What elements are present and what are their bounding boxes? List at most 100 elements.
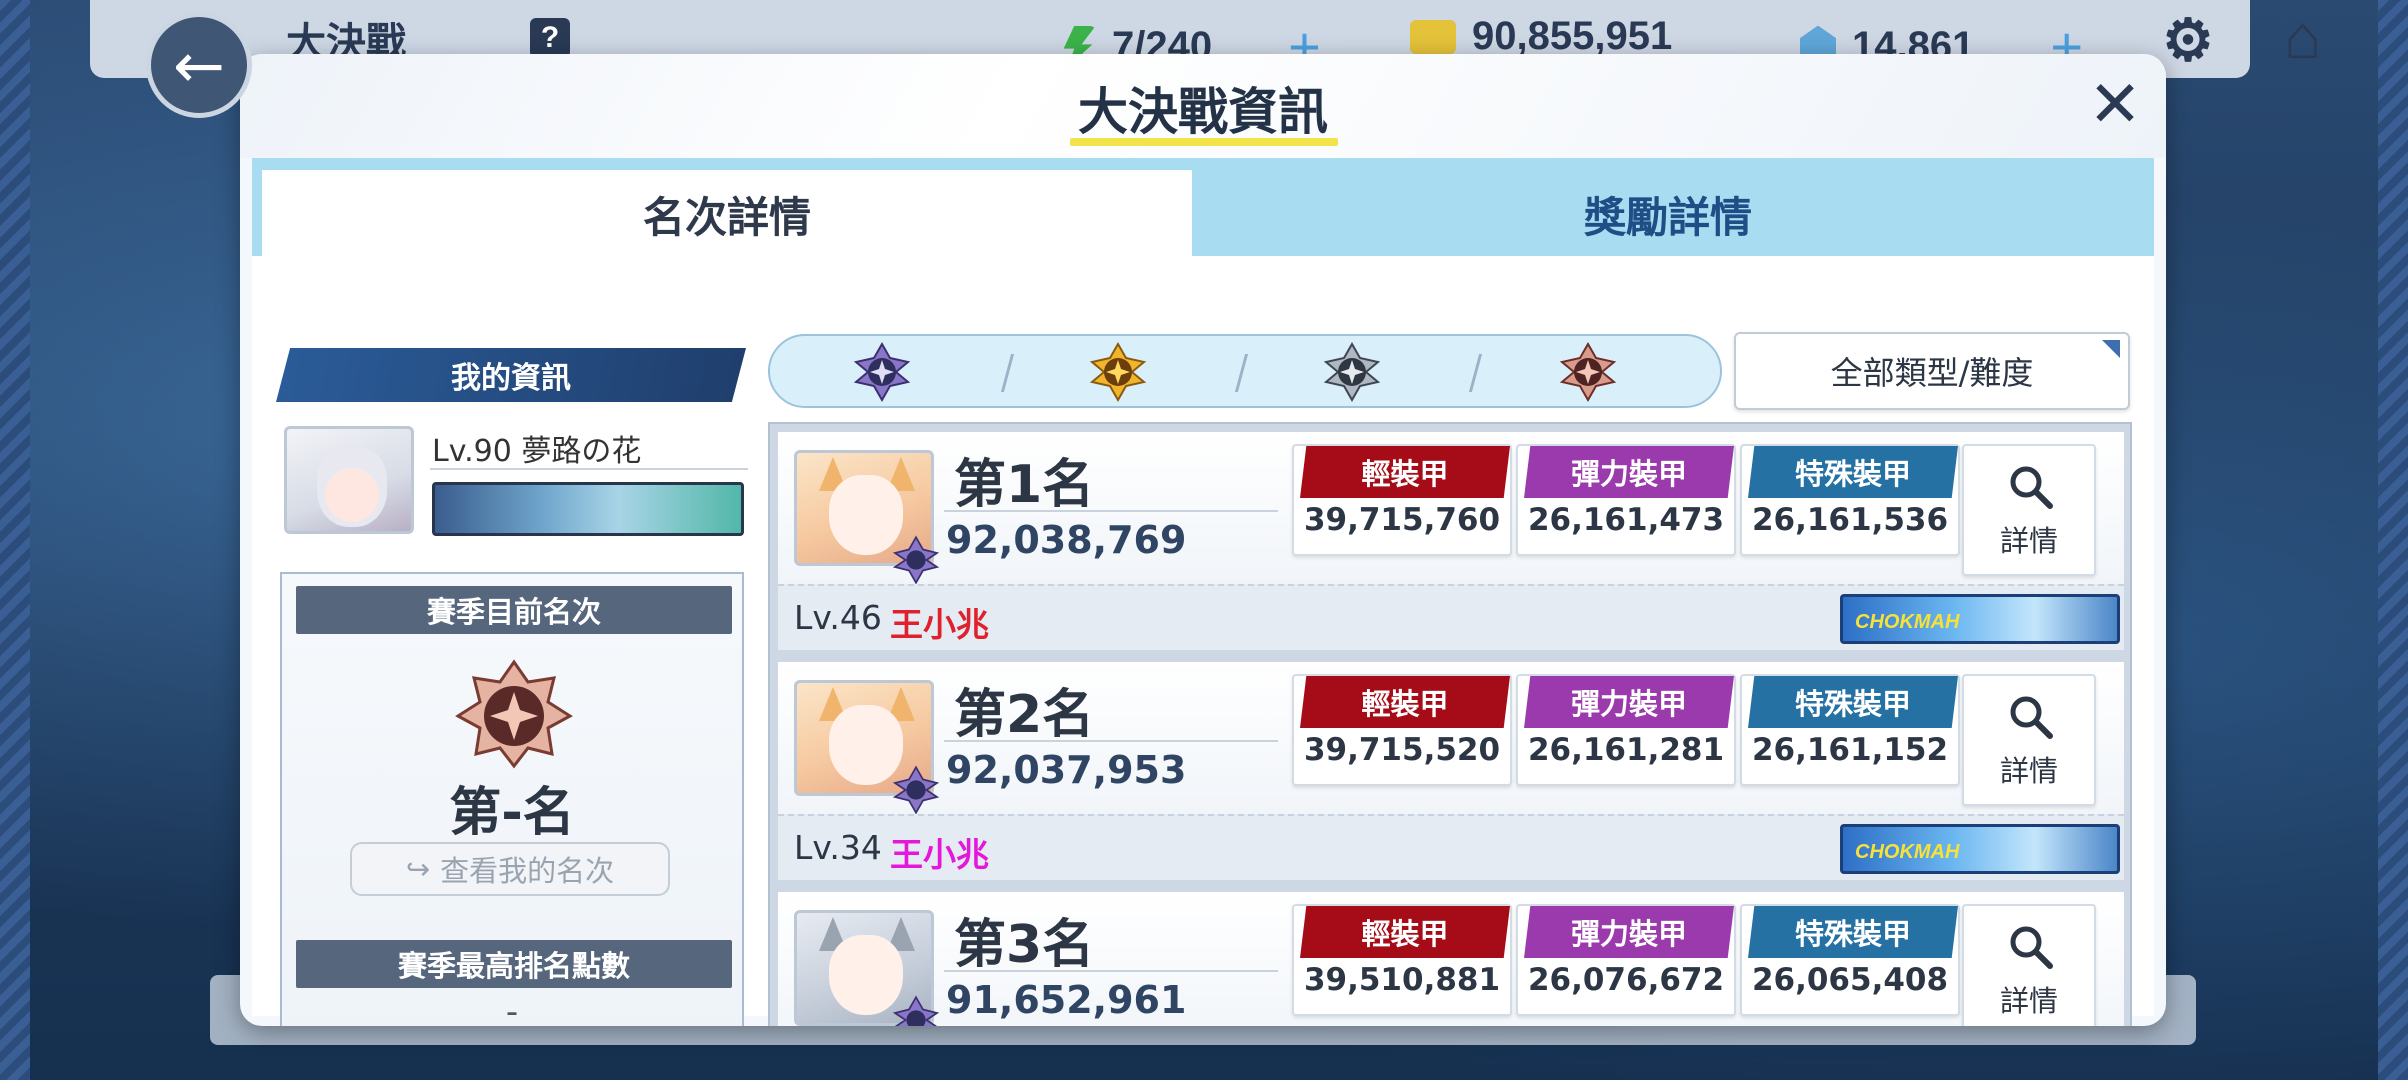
search-icon: [2010, 466, 2053, 509]
club-name: CHOKMAH: [1855, 841, 1960, 863]
content-area: 我的資訊 Lv.90 夢路の花 賽季目前名次 第-名 ↪ 查看我的名次 賽季最高…: [252, 256, 2154, 1026]
special-armor-score: 特殊裝甲 26,065,408: [1740, 904, 1960, 1016]
back-button[interactable]: ←: [146, 12, 252, 118]
player-name: 王小兆: [890, 835, 989, 874]
armor-score-value: 26,161,152: [1751, 732, 1949, 768]
season-rank-panel: 賽季目前名次 第-名 ↪ 查看我的名次 賽季最高排名點數 -: [280, 572, 744, 1026]
bronze-tier-icon: [455, 659, 573, 769]
title-underline: [1070, 138, 1338, 146]
armor-score-value: 26,076,672: [1527, 962, 1725, 998]
club-banner: CHOKMAH: [1840, 594, 2120, 644]
type-difficulty-dropdown[interactable]: 全部類型/難度: [1734, 332, 2130, 410]
tab-ranking-details[interactable]: 名次詳情: [262, 170, 1192, 258]
ranking-row-main: 第1名 92,038,769 輕裝甲 39,715,760 彈力裝甲 26,16…: [778, 432, 2124, 585]
club-banner: CHOKMAH: [1840, 824, 2120, 874]
armor-score-value: 39,715,520: [1303, 732, 1501, 768]
silver-tier-icon[interactable]: [1320, 340, 1384, 404]
player-name: 王小兆: [890, 605, 989, 644]
divider: [944, 970, 1278, 972]
special-armor-score: 特殊裝甲 26,161,536: [1740, 444, 1960, 556]
ranking-row-main: 第3名 91,652,961 輕裝甲 39,510,881 彈力裝甲 26,07…: [778, 892, 2124, 1026]
rank-position: 第1名: [954, 455, 1095, 515]
rank-position: 第3名: [954, 915, 1095, 975]
light-armor-tag: 輕裝甲: [1300, 906, 1510, 958]
armor-score-value: 26,161,281: [1527, 732, 1725, 768]
filter-divider: [1468, 354, 1483, 392]
armor-score-value: 26,161,536: [1751, 502, 1949, 538]
ranking-row: 第2名 92,037,953 輕裝甲 39,715,520 彈力裝甲 26,16…: [778, 662, 2124, 888]
ranking-info-modal: 大決戰資訊 ✕ 名次詳情 獎勵詳情 我的資訊 Lv.90 夢路の花 賽季目前名次…: [240, 54, 2166, 1026]
my-team-banner: [432, 482, 744, 536]
platinum-tier-icon: [892, 535, 940, 585]
rank-position: 第2名: [954, 685, 1095, 745]
platinum-tier-icon: [892, 995, 940, 1026]
close-icon: ✕: [2088, 68, 2142, 142]
close-button[interactable]: ✕: [2082, 72, 2148, 138]
elastic-armor-score: 彈力裝甲 26,076,672: [1516, 904, 1736, 1016]
divider: [944, 510, 1278, 512]
light-armor-score: 輕裝甲 39,510,881: [1292, 904, 1512, 1016]
dropdown-arrow-icon: [2102, 340, 2120, 358]
details-button[interactable]: 詳情: [1962, 674, 2096, 806]
my-level-name: Lv.90 夢路の花: [432, 434, 642, 469]
search-icon: [2010, 696, 2053, 739]
details-label: 詳情: [1999, 984, 2058, 1018]
gold-tier-icon[interactable]: [1086, 340, 1150, 404]
details-button[interactable]: 詳情: [1962, 904, 2096, 1026]
ranking-list[interactable]: 第1名 92,038,769 輕裝甲 39,715,760 彈力裝甲 26,16…: [768, 422, 2132, 1026]
platinum-tier-icon[interactable]: [850, 340, 914, 404]
filter-divider: [1234, 354, 1249, 392]
ranking-row-main: 第2名 92,037,953 輕裝甲 39,715,520 彈力裝甲 26,16…: [778, 662, 2124, 815]
club-name: CHOKMAH: [1855, 611, 1960, 633]
ranking-row: 第3名 91,652,961 輕裝甲 39,510,881 彈力裝甲 26,07…: [778, 892, 2124, 1026]
player-level: Lv.46: [794, 598, 882, 637]
credit-icon: [1410, 19, 1456, 54]
elastic-armor-score: 彈力裝甲 26,161,473: [1516, 444, 1736, 556]
light-armor-score: 輕裝甲 39,715,760: [1292, 444, 1512, 556]
special-armor-tag: 特殊裝甲: [1748, 906, 1958, 958]
gear-icon[interactable]: ⚙: [2162, 6, 2214, 74]
ranking-row: 第1名 92,038,769 輕裝甲 39,715,760 彈力裝甲 26,16…: [778, 432, 2124, 658]
tier-filter-bar: [768, 334, 1722, 408]
left-border-stripe: [0, 0, 30, 1080]
avatar[interactable]: [284, 426, 414, 534]
my-info-header: 我的資訊: [276, 348, 746, 402]
modal-header: 大決戰資訊 ✕: [240, 54, 2166, 158]
best-points-value: -: [505, 992, 519, 1026]
check-my-rank-label: 查看我的名次: [440, 854, 615, 888]
special-armor-score: 特殊裝甲 26,161,152: [1740, 674, 1960, 786]
total-score: 92,038,769: [946, 518, 1187, 562]
platinum-tier-icon: [892, 765, 940, 815]
season-rank-label: 賽季目前名次: [296, 586, 732, 634]
details-label: 詳情: [1999, 524, 2058, 558]
divider: [430, 468, 748, 470]
arrow-left-icon: ←: [173, 28, 225, 102]
total-score: 91,652,961: [946, 978, 1187, 1022]
elastic-armor-score: 彈力裝甲 26,161,281: [1516, 674, 1736, 786]
light-armor-tag: 輕裝甲: [1300, 676, 1510, 728]
tab-reward-details[interactable]: 獎勵詳情: [1192, 170, 2144, 258]
armor-score-value: 26,161,473: [1527, 502, 1725, 538]
right-border-stripe: [2378, 0, 2408, 1080]
home-icon[interactable]: ⌂: [2284, 2, 2321, 73]
light-armor-tag: 輕裝甲: [1300, 446, 1510, 498]
details-label: 詳情: [1999, 754, 2058, 788]
player-info-bar: Lv.46 王小兆 CHOKMAH: [778, 584, 2124, 650]
player-info-bar: Lv.34 王小兆 CHOKMAH: [778, 814, 2124, 880]
armor-score-value: 39,715,760: [1303, 502, 1501, 538]
armor-score-value: 26,065,408: [1751, 962, 1949, 998]
check-my-rank-button[interactable]: ↪ 查看我的名次: [350, 842, 670, 896]
special-armor-tag: 特殊裝甲: [1748, 446, 1958, 498]
player-level: Lv.34: [794, 828, 882, 867]
armor-score-value: 39,510,881: [1303, 962, 1501, 998]
search-icon: [2010, 926, 2053, 969]
best-points-label: 賽季最高排名點數: [296, 940, 732, 988]
details-button[interactable]: 詳情: [1962, 444, 2096, 576]
elastic-armor-tag: 彈力裝甲: [1524, 906, 1734, 958]
credit-value: 90,855,951: [1472, 14, 1673, 58]
bronze-tier-icon[interactable]: [1556, 340, 1620, 404]
special-armor-tag: 特殊裝甲: [1748, 676, 1958, 728]
divider: [944, 740, 1278, 742]
total-score: 92,037,953: [946, 748, 1187, 792]
question-icon[interactable]: ?: [530, 18, 570, 58]
